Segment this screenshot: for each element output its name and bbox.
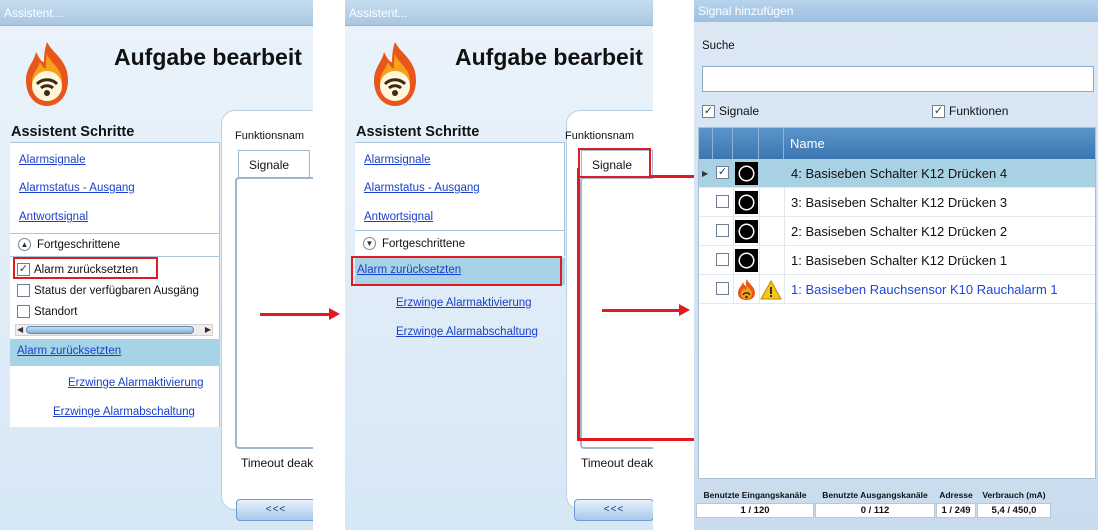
table-row[interactable]: ▶ ✓ 4: Basiseben Schalter K12 Drücken 4: [699, 159, 1095, 188]
highlight-box-tab: [578, 148, 651, 178]
add-signal-dialog: Signal hinzufügen Suche ✓ Signale ✓ Funk…: [694, 0, 1098, 530]
step-link-response-signal[interactable]: Antwortsignal: [19, 211, 88, 223]
window-title: Assistent...: [345, 0, 653, 26]
connector-line: [577, 168, 580, 440]
highlight-box: [13, 257, 158, 279]
search-label: Suche: [702, 40, 735, 52]
table-row[interactable]: 1: Basiseben Rauchsensor K10 Rauchalarm …: [699, 275, 1095, 304]
checkbox-icon[interactable]: [716, 195, 729, 208]
row-name: 1: Basiseben Schalter K12 Drücken 1: [791, 253, 1008, 268]
checkbox-icon[interactable]: [716, 253, 729, 266]
function-name-label: Funktionsnam: [235, 130, 305, 142]
column-header-name[interactable]: Name: [790, 136, 825, 151]
option-location[interactable]: Standort: [17, 305, 77, 318]
steps-title: Assistent Schritte: [11, 124, 135, 140]
step-link-alarm-signals[interactable]: Alarmsignale: [19, 154, 85, 166]
tab-content: [580, 177, 653, 449]
fire-wifi-logo-icon: [26, 42, 68, 106]
checkbox-icon[interactable]: [716, 224, 729, 237]
page-title: Aufgabe bearbeit: [114, 44, 302, 70]
filter-signals[interactable]: ✓ Signale: [702, 104, 759, 118]
checkbox-checked-icon[interactable]: ✓: [702, 104, 715, 118]
warning-icon: [760, 279, 782, 300]
input-channels-value: 1 / 120: [696, 503, 814, 518]
sub-link-force-alarm-activation[interactable]: Erzwinge Alarmaktivierung: [396, 297, 532, 309]
step-link-alarm-status-output[interactable]: Alarmstatus - Ausgang: [19, 182, 135, 194]
status-footer: Benutzte Eingangskanäle 1 / 120 Benutzte…: [696, 488, 1096, 524]
timeout-label: Timeout deak: [241, 456, 313, 470]
scroll-right-icon[interactable]: ▶: [205, 325, 211, 334]
page-title: Aufgabe bearbeit: [455, 44, 643, 70]
output-channels-value: 0 / 112: [815, 503, 935, 518]
wizard-panel-1: Assistent... Aufgabe bearbeit Assistent …: [0, 0, 313, 530]
sub-link-force-alarm-deactivation[interactable]: Erzwinge Alarmabschaltung: [53, 406, 195, 418]
filter-functions[interactable]: ✓ Funktionen: [932, 104, 1008, 118]
advanced-expander[interactable]: ▼ Fortgeschrittene: [363, 237, 465, 250]
checkbox-icon[interactable]: [716, 282, 729, 295]
scroll-left-icon[interactable]: ◀: [17, 325, 23, 334]
connector-line: [577, 438, 694, 441]
window-title: Assistent...: [0, 0, 313, 26]
row-name: 1: Basiseben Rauchsensor K10 Rauchalarm …: [791, 282, 1058, 297]
scrollbar-thumb[interactable]: [26, 326, 194, 334]
address-label: Adresse: [939, 490, 973, 500]
wizard-panel-2: Assistent... Aufgabe bearbeit Assistent …: [345, 0, 653, 530]
switch-icon: [735, 162, 758, 185]
row-name: 3: Basiseben Schalter K12 Drücken 3: [791, 195, 1008, 210]
advanced-expander[interactable]: ▲ Fortgeschrittene: [18, 238, 120, 251]
signal-table: Name ▶ ✓ 4: Basiseben Schalter K12 Drück…: [698, 127, 1096, 479]
screenshot-root: Assistent... Aufgabe bearbeit Assistent …: [0, 0, 1098, 530]
advanced-expander-label: Fortgeschrittene: [382, 237, 466, 250]
back-button[interactable]: <<<: [236, 499, 313, 521]
table-row[interactable]: 3: Basiseben Schalter K12 Drücken 3: [699, 188, 1095, 217]
advanced-expander-label: Fortgeschrittene: [37, 238, 121, 251]
steps-list: Alarmsignale Alarmstatus - Ausgang Antwo…: [355, 142, 565, 230]
input-channels-label: Benutzte Eingangskanäle: [703, 490, 807, 500]
step-link-alarm-status-output[interactable]: Alarmstatus - Ausgang: [364, 182, 480, 194]
row-pointer-icon: ▶: [702, 169, 709, 178]
table-row[interactable]: 1: Basiseben Schalter K12 Drücken 1: [699, 246, 1095, 275]
checkbox-checked-icon[interactable]: ✓: [716, 166, 729, 179]
sub-link-force-alarm-deactivation[interactable]: Erzwinge Alarmabschaltung: [396, 326, 538, 338]
function-name-label: Funktionsnam: [565, 130, 635, 142]
step-link-response-signal[interactable]: Antwortsignal: [364, 211, 433, 223]
fire-wifi-logo-icon: [374, 42, 416, 106]
search-input[interactable]: [702, 66, 1094, 92]
sub-link-force-alarm-activation[interactable]: Erzwinge Alarmaktivierung: [68, 377, 204, 389]
highlight-box: [351, 256, 562, 286]
checkbox-icon[interactable]: [17, 305, 30, 318]
consumption-label: Verbrauch (mA): [982, 490, 1046, 500]
arrow-right-icon: [602, 304, 690, 316]
timeout-label: Timeout deak: [581, 456, 653, 470]
row-name: 4: Basiseben Schalter K12 Drücken 4: [791, 166, 1008, 181]
checkbox-checked-icon[interactable]: ✓: [932, 104, 945, 118]
connector-line: [650, 175, 694, 178]
horizontal-scrollbar[interactable]: ◀ ▶: [15, 324, 213, 336]
step-link-alarm-signals[interactable]: Alarmsignale: [364, 154, 430, 166]
chevron-down-icon: ▼: [363, 237, 376, 250]
steps-title: Assistent Schritte: [356, 124, 480, 140]
back-button[interactable]: <<<: [574, 499, 653, 521]
output-channels-label: Benutzte Ausgangskanäle: [822, 490, 928, 500]
row-name: 2: Basiseben Schalter K12 Drücken 2: [791, 224, 1008, 239]
consumption-value: 5,4 / 450,0: [977, 503, 1051, 518]
switch-icon: [735, 249, 758, 272]
table-row[interactable]: 2: Basiseben Schalter K12 Drücken 2: [699, 217, 1095, 246]
switch-icon: [735, 191, 758, 214]
chevron-up-icon: ▲: [18, 238, 31, 251]
dialog-title: Signal hinzufügen: [694, 0, 1098, 22]
tab-signals[interactable]: Signale: [238, 150, 310, 178]
option-available-outputs-status[interactable]: Status der verfügbaren Ausgäng: [17, 284, 199, 297]
table-header: Name: [699, 128, 1095, 159]
address-value: 1 / 249: [936, 503, 976, 518]
arrow-right-icon: [260, 308, 340, 320]
step-link-reset-alarm[interactable]: Alarm zurücksetzten: [17, 345, 121, 357]
checkbox-icon[interactable]: [17, 284, 30, 297]
smoke-sensor-icon: [738, 279, 755, 300]
switch-icon: [735, 220, 758, 243]
